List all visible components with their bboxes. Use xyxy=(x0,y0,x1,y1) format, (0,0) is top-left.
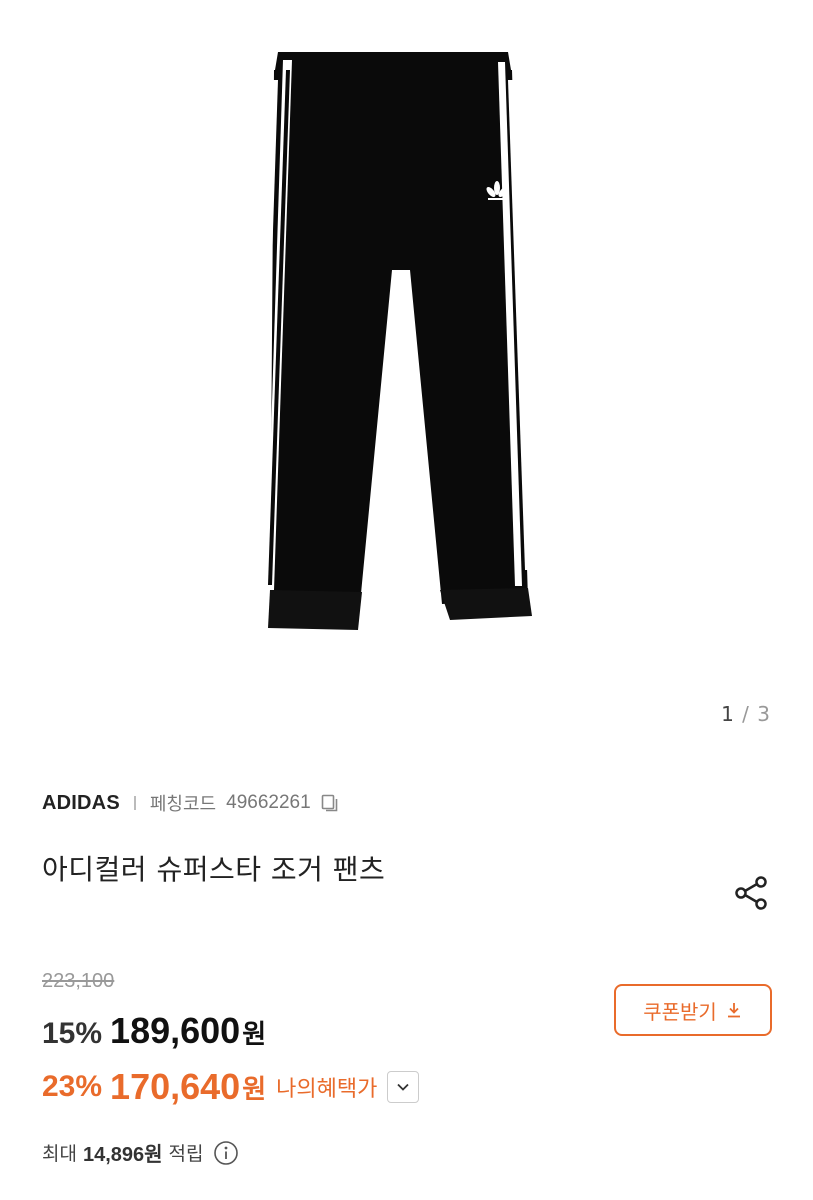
my-benefit-price-row: 23% 170,640 원 나의혜택가 xyxy=(42,1066,420,1108)
brand-link[interactable]: ADIDAS xyxy=(42,792,120,815)
image-counter-current: 1 xyxy=(721,702,735,726)
points-amount: 14,896원 xyxy=(82,1144,163,1166)
chevron-down-icon xyxy=(397,1083,409,1091)
fetching-code-value: 49662261 xyxy=(226,792,311,813)
fetching-code-label: 페칭코드 xyxy=(149,794,217,815)
download-icon xyxy=(725,1001,743,1019)
coupon-download-button[interactable]: 쿠폰받기 xyxy=(614,984,772,1036)
coupon-button-label: 쿠폰받기 xyxy=(643,999,717,1024)
benefit-discount-percent: 23% xyxy=(42,1070,103,1103)
copy-icon xyxy=(321,794,337,812)
share-button[interactable] xyxy=(728,870,774,916)
points-row: 최대 14,896원 적립 xyxy=(42,1138,240,1167)
image-counter: 1 / 3 xyxy=(721,702,771,726)
copy-code-button[interactable] xyxy=(317,790,343,816)
share-icon xyxy=(735,876,767,910)
benefit-price: 170,640 xyxy=(110,1066,241,1107)
benefit-price-currency: 원 xyxy=(242,1074,267,1105)
product-title: 아디컬러 슈퍼스타 조거 팬츠 xyxy=(42,853,386,886)
pants-illustration xyxy=(257,52,532,630)
product-meta-row: ADIDAS 페칭코드 49662261 xyxy=(42,788,343,818)
image-counter-total: 3 xyxy=(757,702,771,726)
sale-price: 189,600 xyxy=(110,1010,241,1051)
benefit-expand-button[interactable] xyxy=(387,1071,420,1103)
sale-price-row: 15% 189,600 원 xyxy=(42,1010,266,1052)
points-info-button[interactable] xyxy=(212,1139,240,1167)
image-counter-separator: / xyxy=(742,702,750,726)
product-image[interactable] xyxy=(0,0,813,690)
discount-percent: 15% xyxy=(42,1017,103,1050)
sale-price-currency: 원 xyxy=(242,1020,267,1050)
original-price: 223,100 xyxy=(42,970,115,992)
divider xyxy=(133,796,136,810)
points-suffix: 적립 xyxy=(168,1143,204,1165)
benefit-label: 나의혜택가 xyxy=(276,1077,378,1102)
points-prefix: 최대 xyxy=(42,1143,77,1165)
info-icon xyxy=(213,1140,238,1165)
